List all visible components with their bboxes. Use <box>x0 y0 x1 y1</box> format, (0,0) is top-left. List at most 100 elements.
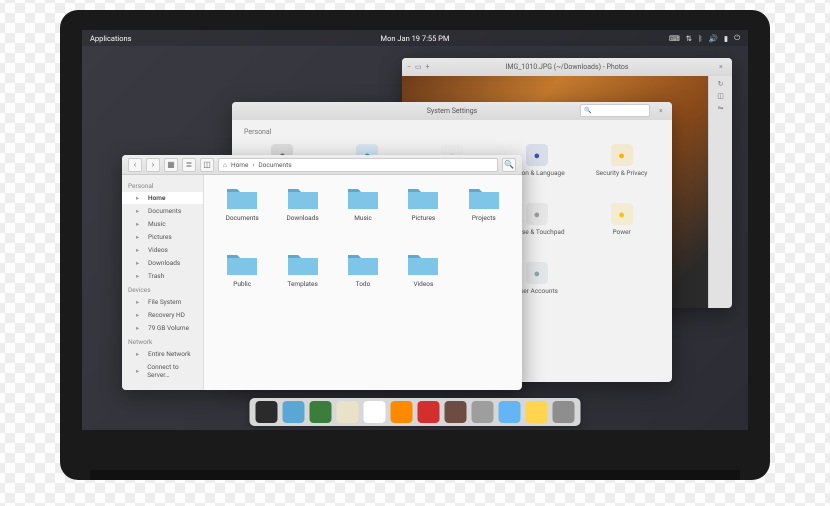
sidebar-item-videos[interactable]: ▸Videos <box>122 244 203 256</box>
settings-titlebar[interactable]: System Settings 🔍 × <box>232 102 672 120</box>
system-tray: ⌨ ⇅ ᛒ 🔊 ▮ ⏻ <box>669 33 740 43</box>
path-bar[interactable]: ⌂ Home › Documents <box>218 158 498 172</box>
datetime-label[interactable]: Mon Jan 19 7:55 PM <box>381 34 450 43</box>
settings-title: System Settings <box>427 107 478 115</box>
sidebar-item-label: Recovery HD <box>148 311 185 319</box>
flip-icon[interactable]: ⇋ <box>718 104 724 112</box>
folder-templates[interactable]: Templates <box>274 251 330 313</box>
power-icon[interactable]: ⏻ <box>734 33 740 43</box>
bluetooth-icon[interactable]: ᛒ <box>698 34 703 43</box>
dock-app-calendar[interactable] <box>364 401 386 423</box>
files-sidebar: Personal▸Home▸Documents▸Music▸Pictures▸V… <box>122 175 204 390</box>
folder-icon: ▸ <box>136 367 143 375</box>
crop-icon[interactable]: ◫ <box>717 92 724 100</box>
zoom-in-icon[interactable]: + <box>426 63 430 71</box>
volume-icon[interactable]: 🔊 <box>709 34 718 43</box>
close-icon[interactable]: × <box>719 63 727 71</box>
photos-sidebar: ↻ ◫ ⇋ <box>708 76 732 308</box>
sidebar-item-documents[interactable]: ▸ Documents <box>122 205 203 217</box>
dock-app-terminal[interactable] <box>256 401 278 423</box>
view-list-button[interactable]: ≣ <box>182 158 196 172</box>
sidebar-item-label: Documents <box>148 207 181 215</box>
folder-pictures[interactable]: Pictures <box>395 185 451 247</box>
dock-app-chat[interactable] <box>553 401 575 423</box>
sidebar-item-music[interactable]: ▸Music <box>122 218 203 230</box>
folder-icon <box>467 185 501 211</box>
settings-search-input[interactable]: 🔍 <box>580 104 650 117</box>
folder-label: Videos <box>413 280 433 288</box>
sidebar-item-recovery-hd[interactable]: ▸Recovery HD <box>122 309 203 321</box>
folder-public[interactable]: Public <box>214 251 270 313</box>
dock-app-files[interactable] <box>283 401 305 423</box>
sidebar-header: Devices <box>122 283 203 295</box>
photos-titlebar[interactable]: − ▭ + IMG_1010.JPG (~/Downloads) - Photo… <box>402 58 732 76</box>
dock-app-settings[interactable] <box>472 401 494 423</box>
sidebar-item-label: Music <box>148 220 166 228</box>
settings-item-security-privacy[interactable]: ●Security & Privacy <box>581 140 662 181</box>
sidebar-item-home[interactable]: ▸Home <box>122 192 203 204</box>
folder-icon <box>286 185 320 211</box>
sidebar-header: Network <box>122 335 203 347</box>
dock-app-app-center[interactable] <box>499 401 521 423</box>
sidebar-item-entire-network[interactable]: ▸Entire Network <box>122 348 203 360</box>
mouse-touchpad-icon: ● <box>526 203 548 225</box>
rotate-icon[interactable]: ↻ <box>718 80 724 88</box>
folder-icon <box>346 185 380 211</box>
home-icon[interactable]: ⌂ <box>223 161 227 169</box>
settings-item-label: Power <box>612 228 630 236</box>
back-button[interactable]: ‹ <box>128 158 142 172</box>
applications-menu[interactable]: Applications <box>90 34 132 43</box>
folder-label: Public <box>233 280 251 288</box>
sidebar-item-trash[interactable]: ▸ Trash <box>122 270 203 282</box>
folder-label: Documents <box>226 214 259 222</box>
desktop-screen: Applications Mon Jan 19 7:55 PM ⌨ ⇅ ᛒ 🔊 … <box>82 30 748 430</box>
sidebar-item-label: Trash <box>148 272 164 280</box>
user-accounts-icon: ● <box>526 262 548 284</box>
dock-app-notes[interactable] <box>526 401 548 423</box>
sidebar-item-label: Downloads <box>148 259 180 267</box>
search-button[interactable]: 🔍 <box>502 158 516 172</box>
folder-icon <box>225 185 259 211</box>
sidebar-item-connect-to-server-[interactable]: ▸Connect to Server… <box>122 361 203 381</box>
zoom-fit-icon[interactable]: ▭ <box>415 63 422 71</box>
view-icon-button[interactable]: ▦ <box>164 158 178 172</box>
folder-videos[interactable]: Videos <box>395 251 451 313</box>
settings-item-power[interactable]: ● Power <box>581 199 662 240</box>
settings-item-label: Security & Privacy <box>596 169 648 177</box>
power-icon: ● <box>611 203 633 225</box>
view-column-button[interactable]: ◫ <box>200 158 214 172</box>
dock-app-videos[interactable] <box>418 401 440 423</box>
folder-projects[interactable]: Projects <box>456 185 512 247</box>
dock-app-music[interactable] <box>391 401 413 423</box>
path-documents[interactable]: Documents <box>258 161 291 169</box>
folder-todo[interactable]: Todo <box>335 251 391 313</box>
folder-documents[interactable]: Documents <box>214 185 270 247</box>
folder-icon: ▸ <box>136 272 144 280</box>
folder-icon <box>406 251 440 277</box>
wifi-icon[interactable]: ⇅ <box>686 34 692 43</box>
folder-label: Pictures <box>412 214 436 222</box>
folder-icon: ▸ <box>136 207 144 215</box>
sidebar-item-pictures[interactable]: ▸Pictures <box>122 231 203 243</box>
forward-button[interactable]: › <box>146 158 160 172</box>
folder-label: Downloads <box>286 214 318 222</box>
files-grid: Documents Downloads Music Pictures Projects P… <box>204 175 522 390</box>
folder-icon: ▸ <box>136 350 144 358</box>
dock-app-photos[interactable] <box>445 401 467 423</box>
close-icon[interactable]: × <box>659 107 667 115</box>
sidebar-item-file-system[interactable]: ▸File System <box>122 296 203 308</box>
files-window[interactable]: ‹ › ▦ ≣ ◫ ⌂ Home › Documents 🔍 Personal▸… <box>122 155 522 390</box>
photos-title: IMG_1010.JPG (~/Downloads) - Photos <box>505 63 628 71</box>
zoom-out-icon[interactable]: − <box>407 63 411 71</box>
folder-icon <box>286 251 320 277</box>
sidebar-item--gb-volume[interactable]: ▸79 GB Volume <box>122 322 203 334</box>
dock-app-web-browser[interactable] <box>310 401 332 423</box>
dock-app-mail[interactable] <box>337 401 359 423</box>
keyboard-icon[interactable]: ⌨ <box>669 34 680 43</box>
folder-icon: ▸ <box>136 233 144 241</box>
path-home[interactable]: Home <box>231 161 249 169</box>
folder-music[interactable]: Music <box>335 185 391 247</box>
battery-icon[interactable]: ▮ <box>724 34 728 43</box>
sidebar-item-downloads[interactable]: ▸Downloads <box>122 257 203 269</box>
folder-downloads[interactable]: Downloads <box>274 185 330 247</box>
